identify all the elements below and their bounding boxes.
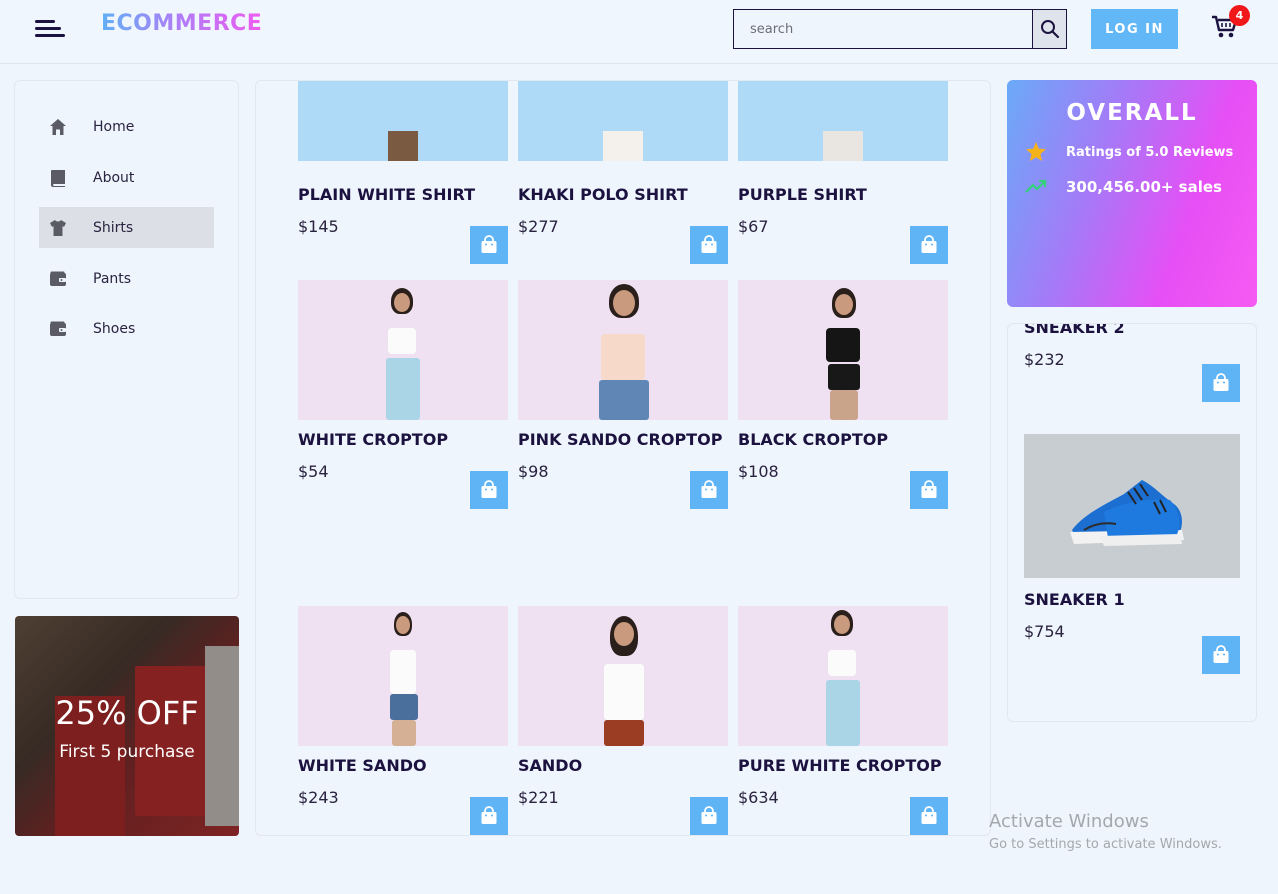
add-to-cart-button[interactable] [690, 797, 728, 835]
wallet-icon [49, 320, 67, 338]
home-icon [49, 118, 67, 136]
activate-windows-watermark: Activate Windows [989, 811, 1149, 832]
sidebar-item-pants[interactable]: Pants [39, 258, 214, 299]
add-to-cart-button[interactable] [690, 226, 728, 264]
shirt-icon [49, 219, 67, 237]
top-header: ECOMMERCE LOG IN 4 [0, 0, 1278, 64]
product-image [298, 606, 508, 746]
product-grid: PLAIN WHITE SHIRT $145 KHAKI POLO SHIRT … [255, 80, 991, 836]
search-bar [733, 9, 1067, 49]
product-price: $221 [518, 788, 559, 807]
sidebar: Home About Shirts Pants Shoes [14, 80, 239, 599]
search-icon [1040, 20, 1059, 39]
sidebar-item-label: About [93, 169, 135, 186]
shopping-bag-icon [921, 480, 937, 498]
product-price: $108 [738, 462, 779, 481]
product-name: WHITE SANDO [298, 756, 427, 775]
promo-subtitle: First 5 purchase [59, 742, 195, 762]
sidebar-item-about[interactable]: About [39, 157, 214, 198]
product-name: BLACK CROPTOP [738, 430, 889, 449]
product-price: $67 [738, 217, 769, 236]
sales-text: 300,456.00+ sales [1066, 178, 1222, 196]
sidebar-item-shirts[interactable]: Shirts [39, 207, 214, 248]
product-name: PURE WHITE CROPTOP [738, 756, 942, 775]
add-to-cart-button[interactable] [1202, 636, 1240, 674]
add-to-cart-button[interactable] [910, 471, 948, 509]
product-image [738, 606, 948, 746]
sales-row: 300,456.00+ sales [1025, 176, 1222, 198]
shoes-list: SNEAKER 2 $232 SNEAKER 1 $754 [1007, 323, 1257, 722]
product-image [738, 280, 948, 420]
activate-windows-subtext: Go to Settings to activate Windows. [989, 837, 1222, 852]
product-image [518, 606, 728, 746]
login-button[interactable]: LOG IN [1091, 9, 1178, 49]
product-price: $145 [298, 217, 339, 236]
product-image [518, 280, 728, 420]
shopping-bag-icon [701, 480, 717, 498]
sidebar-item-label: Shirts [93, 219, 134, 236]
shopping-bag-icon [921, 806, 937, 824]
overall-stats-card: OVERALL Ratings of 5.0 Reviews 300,456.0… [1007, 80, 1257, 307]
product-price: $243 [298, 788, 339, 807]
product-price: $277 [518, 217, 559, 236]
add-to-cart-button[interactable] [910, 226, 948, 264]
add-to-cart-button[interactable] [470, 797, 508, 835]
sidebar-item-shoes[interactable]: Shoes [39, 308, 214, 349]
sneaker-image [1070, 480, 1184, 546]
add-to-cart-button[interactable] [470, 226, 508, 264]
shopping-bag-icon [921, 235, 937, 253]
add-to-cart-button[interactable] [1202, 364, 1240, 402]
product-price: $232 [1024, 350, 1065, 369]
product-image [738, 81, 948, 161]
product-image [298, 280, 508, 420]
cart-count-badge: 4 [1229, 5, 1250, 26]
overall-title: OVERALL [1066, 100, 1198, 126]
star-icon [1025, 141, 1047, 163]
book-icon [49, 169, 67, 187]
add-to-cart-button[interactable] [690, 471, 728, 509]
shopping-bag-icon [1213, 645, 1229, 663]
search-button[interactable] [1032, 10, 1066, 48]
add-to-cart-button[interactable] [470, 471, 508, 509]
search-input[interactable] [734, 10, 1032, 48]
product-image[interactable] [1024, 434, 1240, 578]
menu-icon[interactable] [35, 18, 65, 40]
rating-row: Ratings of 5.0 Reviews [1025, 141, 1233, 163]
product-name: SNEAKER 1 [1024, 590, 1125, 609]
product-name: PURPLE SHIRT [738, 185, 867, 204]
product-name: PLAIN WHITE SHIRT [298, 185, 476, 204]
product-image [298, 81, 508, 161]
shopping-bag-icon [701, 235, 717, 253]
sidebar-item-label: Home [93, 118, 135, 135]
sidebar-item-label: Pants [93, 270, 132, 287]
product-price: $754 [1024, 622, 1065, 641]
rating-text: Ratings of 5.0 Reviews [1066, 144, 1234, 160]
trending-up-icon [1025, 176, 1047, 198]
promo-banner[interactable]: 25% OFF First 5 purchase [15, 616, 239, 836]
product-name: SANDO [518, 756, 583, 775]
shopping-bag-icon [481, 480, 497, 498]
product-name: KHAKI POLO SHIRT [518, 185, 688, 204]
sidebar-item-home[interactable]: Home [39, 106, 214, 147]
product-image [518, 81, 728, 161]
product-name: WHITE CROPTOP [298, 430, 449, 449]
add-to-cart-button[interactable] [910, 797, 948, 835]
shopping-bag-icon [1213, 373, 1229, 391]
logo[interactable]: ECOMMERCE [101, 11, 262, 36]
shopping-bag-icon [481, 235, 497, 253]
product-price: $634 [738, 788, 779, 807]
promo-title: 25% OFF [55, 694, 199, 732]
product-name: SNEAKER 2 [1024, 323, 1125, 337]
shopping-bag-icon [481, 806, 497, 824]
product-price: $98 [518, 462, 549, 481]
wallet-icon [49, 270, 67, 288]
product-name: PINK SANDO CROPTOP [518, 430, 723, 449]
product-price: $54 [298, 462, 329, 481]
shopping-bag-icon [701, 806, 717, 824]
sidebar-item-label: Shoes [93, 320, 136, 337]
